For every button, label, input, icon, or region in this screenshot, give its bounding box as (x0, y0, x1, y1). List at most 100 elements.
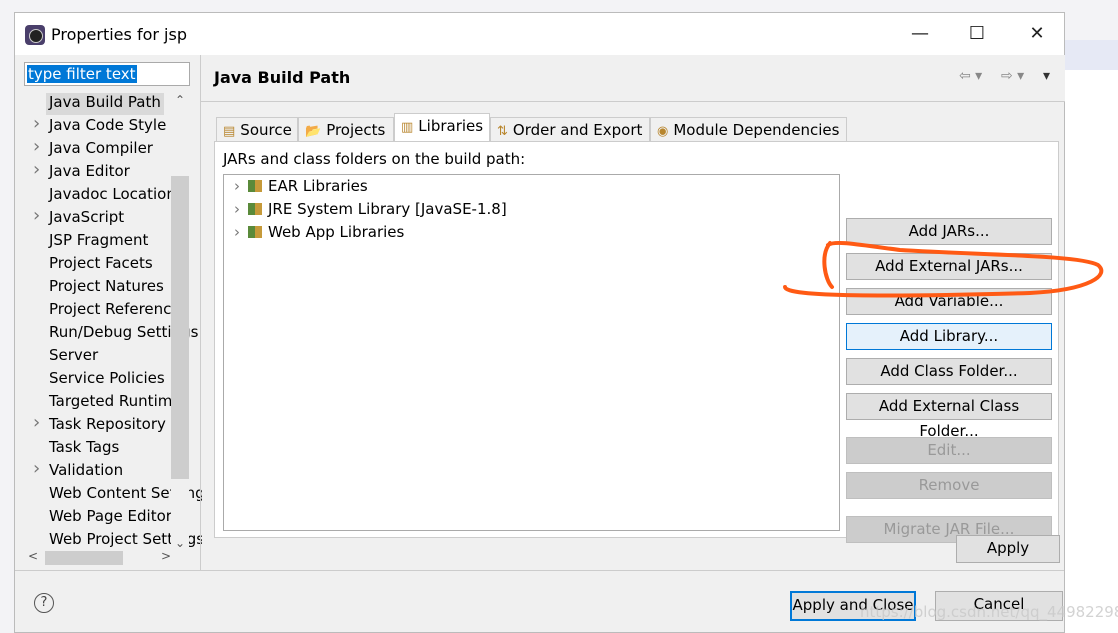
tree-item-label: JavaScript (49, 208, 125, 226)
tab-module-dependencies[interactable]: ◉ Module Dependencies (650, 117, 847, 142)
order-icon: ⇅ (497, 124, 508, 139)
edit-button[interactable]: Edit... (846, 437, 1052, 464)
expand-chevron-icon[interactable]: › (33, 159, 40, 180)
library-icon: ▥ (401, 120, 414, 135)
tab-source[interactable]: ▤ Source (216, 117, 298, 142)
library-icon (248, 203, 262, 215)
view-menu-icon[interactable]: ▾ (1043, 68, 1050, 84)
tree-hscroll-thumb[interactable] (45, 551, 123, 565)
library-label: JRE System Library [JavaSE-1.8] (268, 200, 507, 218)
tree-item-label: Web Page Editor (49, 507, 172, 525)
tree-item[interactable]: › JavaScript (33, 205, 125, 230)
library-item[interactable]: › Web App Libraries (234, 223, 404, 241)
tree-item-label: Validation (49, 461, 124, 479)
expand-chevron-icon[interactable]: › (234, 200, 240, 218)
library-label: EAR Libraries (268, 177, 368, 195)
add-class-folder-button[interactable]: Add Class Folder... (846, 358, 1052, 385)
tab-projects[interactable]: 📂 Projects (298, 117, 394, 142)
footer-divider (15, 570, 1064, 571)
expand-chevron-icon[interactable]: › (234, 223, 240, 241)
tree-item-label: Java Build Path (49, 93, 161, 111)
tree-item-label: Java Compiler (49, 139, 153, 157)
tree-item[interactable]: Project References (49, 300, 188, 322)
build-path-label: JARs and class folders on the build path… (223, 150, 526, 168)
forward-icon[interactable]: ⇨ ▾ (1001, 68, 1024, 84)
tree-scroll-thumb[interactable] (171, 176, 189, 479)
library-icon (248, 180, 262, 192)
tree-item-label: Task Repository (49, 415, 166, 433)
tab-label: Source (240, 121, 292, 139)
tree-item-label: Server (49, 346, 99, 364)
expand-chevron-icon[interactable]: › (33, 458, 40, 479)
tree-item-label: Javadoc Location (49, 185, 176, 203)
library-item[interactable]: › JRE System Library [JavaSE-1.8] (234, 200, 507, 218)
tree-item[interactable]: › Java Editor (33, 159, 130, 184)
add-external-class-folder-button[interactable]: Add External Class Folder... (846, 393, 1052, 440)
library-label: Web App Libraries (268, 223, 405, 241)
window-title: Properties for jsp (51, 25, 187, 44)
page-title: Java Build Path (214, 68, 351, 87)
tree-item[interactable]: › Task Repository (33, 412, 166, 437)
tree-item-label: Project References (49, 300, 189, 318)
tree-item[interactable]: Java Build Path (46, 93, 164, 115)
tree-item[interactable]: Javadoc Location (49, 185, 176, 207)
tree-item[interactable]: › Java Compiler (33, 136, 153, 161)
scroll-left-icon[interactable]: < (28, 549, 38, 563)
tree-item[interactable]: JSP Fragment (49, 231, 148, 253)
page-header: Java Build Path ⇦ ▾ ⇨ ▾ ▾ (201, 55, 1065, 102)
filter-text: type filter text (27, 65, 137, 83)
tree-item-label: Targeted Runtimes (49, 392, 190, 410)
tree-item[interactable]: › Validation (33, 458, 124, 483)
tree-item-label: Java Code Style (49, 116, 167, 134)
eclipse-icon (25, 25, 45, 45)
library-icon (248, 226, 262, 238)
background-window-bar (1065, 40, 1118, 70)
tab-label: Order and Export (512, 121, 643, 139)
library-item[interactable]: › EAR Libraries (234, 177, 368, 195)
tab-label: Libraries (418, 117, 484, 135)
tree-item-label: Java Editor (49, 162, 130, 180)
tree-item[interactable]: Project Facets (49, 254, 153, 276)
add-library-button[interactable]: Add Library... (846, 323, 1052, 350)
tree-item[interactable]: › Java Code Style (33, 113, 167, 138)
expand-chevron-icon[interactable]: › (33, 136, 40, 157)
tab-label: Module Dependencies (673, 121, 840, 139)
tree-item[interactable]: Web Page Editor (49, 507, 172, 529)
page-pane: Java Build Path ⇦ ▾ ⇨ ▾ ▾ ▤ Source 📂 Projec… (200, 55, 1065, 570)
libraries-tab-body: JARs and class folders on the build path… (214, 141, 1059, 543)
expand-chevron-icon[interactable]: › (33, 205, 40, 226)
tab-libraries[interactable]: ▥ Libraries (394, 113, 490, 143)
folder-icon: 📂 (305, 124, 322, 139)
remove-button[interactable]: Remove (846, 472, 1052, 499)
tree-item[interactable]: Task Tags (49, 438, 119, 460)
watermark: https://blog.csdn.net/qq_44982298 (860, 603, 1118, 621)
expand-chevron-icon[interactable]: › (33, 412, 40, 433)
scroll-down-icon[interactable]: ⌄ (171, 536, 189, 550)
expand-chevron-icon[interactable]: › (33, 113, 40, 134)
source-folder-icon: ▤ (223, 124, 236, 139)
maximize-button[interactable]: ☐ (962, 23, 992, 44)
minimize-button[interactable]: — (905, 23, 935, 44)
apply-button[interactable]: Apply (956, 535, 1060, 563)
scroll-up-icon[interactable]: ⌃ (171, 93, 189, 107)
library-list[interactable]: › EAR Libraries › JRE System Library [JavaS… (223, 174, 840, 531)
tree-item-label: Task Tags (49, 438, 120, 456)
scroll-right-icon[interactable]: > (161, 549, 171, 563)
module-icon: ◉ (657, 124, 669, 139)
filter-input[interactable]: type filter text (24, 62, 190, 86)
back-icon[interactable]: ⇦ ▾ (959, 68, 982, 84)
tree-item[interactable]: Server (49, 346, 98, 368)
tree-item-label: Project Natures (49, 277, 164, 295)
help-icon[interactable]: ? (34, 593, 54, 613)
annotation-circle (783, 240, 1104, 298)
close-button[interactable]: ✕ (1022, 23, 1052, 44)
tree-item[interactable]: Project Natures (49, 277, 164, 299)
tab-order-and-export[interactable]: ⇅ Order and Export (490, 117, 650, 142)
tab-label: Projects (326, 121, 386, 139)
background-window (1065, 40, 1118, 633)
expand-chevron-icon[interactable]: › (234, 177, 240, 195)
tree-item[interactable]: Service Policies (49, 369, 165, 391)
tree-item[interactable]: Targeted Runtimes (49, 392, 189, 414)
tree-item-label: JSP Fragment (49, 231, 149, 249)
properties-dialog: Properties for jsp — ☐ ✕ type filter tex… (14, 12, 1065, 633)
